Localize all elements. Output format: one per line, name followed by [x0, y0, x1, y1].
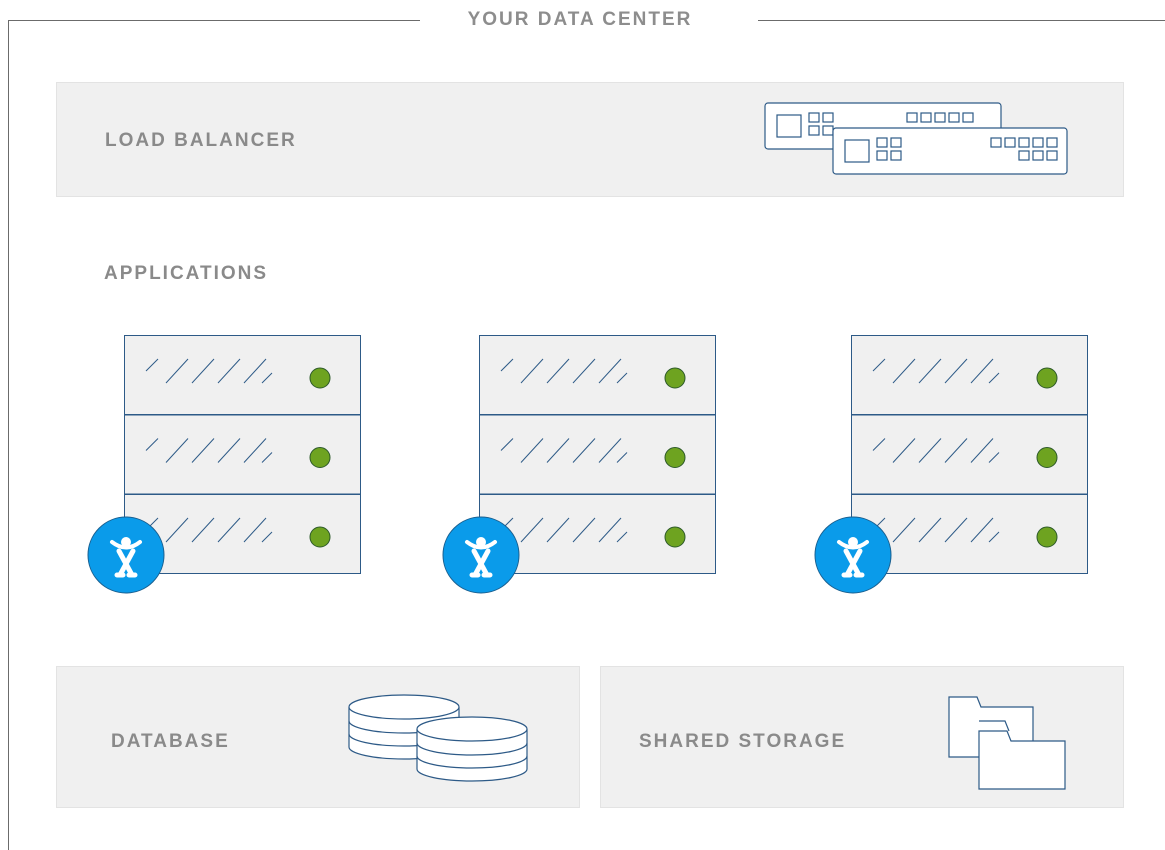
status-led-icon — [664, 447, 686, 468]
frame-top-right-line — [758, 20, 1165, 21]
status-led-icon — [309, 447, 331, 468]
data-center-title: YOUR DATA CENTER — [420, 8, 740, 32]
applications-label: APPLICATIONS — [104, 263, 269, 284]
database-panel: DATABASE — [56, 666, 580, 808]
status-led-icon — [1036, 526, 1058, 548]
load-balancer-panel: LOAD BALANCER — [56, 82, 1124, 197]
load-balancer-label: LOAD BALANCER — [105, 130, 297, 151]
database-label: DATABASE — [111, 731, 230, 752]
shared-storage-label: SHARED STORAGE — [639, 731, 847, 752]
database-icon — [348, 694, 528, 782]
shared-storage-panel: SHARED STORAGE — [600, 666, 1124, 808]
folders-icon — [948, 696, 1066, 790]
status-led-icon — [664, 367, 686, 389]
atlassian-logo-icon — [814, 516, 892, 594]
atlassian-logo-icon — [442, 516, 520, 594]
status-led-icon — [309, 367, 331, 389]
frame-top-left-line — [8, 20, 432, 21]
load-balancer-icon — [764, 102, 1068, 175]
atlassian-logo-icon — [87, 516, 165, 594]
status-led-icon — [1036, 367, 1058, 389]
status-led-icon — [664, 526, 686, 548]
status-led-icon — [309, 526, 331, 548]
status-led-icon — [1036, 447, 1058, 468]
frame-left-line — [8, 20, 9, 850]
